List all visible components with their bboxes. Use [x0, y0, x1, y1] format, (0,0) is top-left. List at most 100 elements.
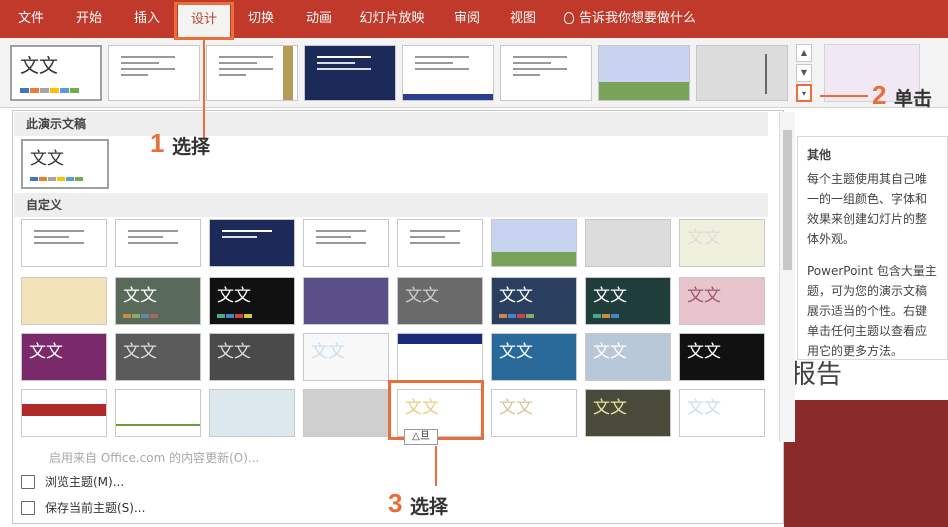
custom-theme-17[interactable]: 文文 [21, 333, 107, 381]
theme-sample-text: 文文 [687, 286, 721, 306]
custom-theme-22[interactable]: 文文 [491, 333, 577, 381]
theme-hover-tip: △旦 [404, 429, 438, 445]
slide-band [784, 400, 948, 527]
custom-theme-19[interactable]: 文文 [209, 333, 295, 381]
callout-line-2 [820, 95, 868, 97]
custom-theme-4[interactable] [303, 219, 389, 267]
ribbon-tab-bar: 文件 开始 插入 设计 切换 动画 幻灯片放映 审阅 视图 告诉我你想要做什么 [0, 0, 948, 38]
theme-sample-text: 文文 [30, 149, 64, 169]
callout-box-design-tab [174, 2, 234, 40]
custom-theme-18[interactable]: 文文 [115, 333, 201, 381]
tell-me-text: 告诉我你想要做什么 [579, 11, 697, 26]
custom-theme-20[interactable]: 文文 [303, 333, 389, 381]
theme-sample-text: 文文 [687, 342, 721, 362]
theme-sample-text: 文文 [123, 286, 157, 306]
theme-sample-text: 文文 [499, 398, 533, 418]
step-2-number: 2 [872, 80, 887, 110]
ribbon-theme-7[interactable] [598, 45, 690, 101]
custom-theme-11[interactable]: 文文 [209, 277, 295, 325]
tab-insert[interactable]: 插入 [120, 0, 174, 38]
ribbon-theme-office[interactable]: 文文 [10, 45, 102, 101]
custom-theme-13[interactable]: 文文 [397, 277, 483, 325]
theme-sample-text: 文文 [405, 286, 439, 306]
custom-theme-1[interactable] [21, 219, 107, 267]
ribbon-theme-5[interactable] [402, 45, 494, 101]
theme-swatches [20, 88, 80, 93]
custom-theme-23[interactable]: 文文 [585, 333, 671, 381]
tab-slideshow[interactable]: 幻灯片放映 [352, 0, 432, 38]
custom-theme-26[interactable] [115, 389, 201, 437]
custom-theme-16[interactable]: 文文 [679, 277, 765, 325]
custom-theme-14[interactable]: 文文 [491, 277, 577, 325]
browse-themes-menu-item[interactable]: 浏览主题(M)... [21, 471, 124, 493]
lightbulb-icon [564, 12, 574, 24]
theme-current[interactable]: 文文 [21, 139, 109, 189]
section-this-presentation: 此演示文稿 [14, 112, 768, 136]
design-ribbon: 文文 ▲ ▼ ▾ [0, 38, 948, 108]
custom-theme-31[interactable]: 文文 [585, 389, 671, 437]
custom-theme-7[interactable] [585, 219, 671, 267]
custom-theme-28[interactable] [303, 389, 389, 437]
save-theme-label: 保存当前主题(S)... [45, 501, 146, 515]
ribbon-theme-6[interactable] [500, 45, 592, 101]
theme-sample-text: 文文 [311, 342, 345, 362]
theme-sample-text: 文文 [29, 342, 63, 362]
tab-transitions[interactable]: 切换 [234, 0, 288, 38]
custom-theme-25[interactable] [21, 389, 107, 437]
ribbon-theme-3[interactable] [206, 45, 298, 101]
theme-swatches [30, 177, 84, 182]
custom-theme-27[interactable] [209, 389, 295, 437]
step-1-text: 选择 [172, 136, 211, 158]
theme-sample-text: 文文 [20, 55, 59, 77]
step-3-text: 选择 [410, 496, 449, 518]
theme-sample-text: 文文 [217, 286, 251, 306]
custom-theme-21[interactable] [397, 333, 483, 381]
tab-file[interactable]: 文件 [4, 0, 58, 38]
tooltip-paragraph-2: PowerPoint 包含大量主题，可为您的演示文稿展示适当的个性。右键单击任何… [807, 264, 937, 358]
theme-sample-text: 文文 [499, 342, 533, 362]
step-1-number: 1 [150, 128, 165, 158]
save-icon [21, 501, 35, 515]
gallery-scroll-up-button[interactable]: ▲ [796, 44, 812, 62]
gallery-more-button[interactable]: ▾ [796, 84, 812, 102]
theme-sample-text: 文文 [687, 228, 721, 248]
custom-theme-10[interactable]: 文文 [115, 277, 201, 325]
save-theme-menu-item[interactable]: 保存当前主题(S)... [21, 497, 145, 519]
theme-gallery-dropdown: 此演示文稿 文文 自定义 文文 文文 文文 文文 文文 文文 文文 文文 文文 … [12, 110, 795, 524]
ribbon-theme-2[interactable] [108, 45, 200, 101]
callout-line-1 [203, 40, 205, 140]
tell-me-box[interactable]: 告诉我你想要做什么 [564, 0, 714, 38]
step-2-text: 单击 [894, 88, 933, 110]
custom-theme-5[interactable] [397, 219, 483, 267]
custom-theme-8[interactable]: 文文 [679, 219, 765, 267]
custom-theme-12[interactable] [303, 277, 389, 325]
tooltip-paragraph-1: 每个主题使用其自己唯一的一组颜色、字体和效果来创建幻灯片的整体外观。 [807, 172, 928, 246]
browse-themes-label: 浏览主题(M)... [45, 475, 125, 489]
ribbon-theme-8[interactable] [696, 45, 788, 101]
theme-sample-text: 文文 [593, 342, 627, 362]
custom-theme-15[interactable]: 文文 [585, 277, 671, 325]
theme-sample-text: 文文 [593, 286, 627, 306]
custom-theme-6[interactable] [491, 219, 577, 267]
more-themes-tooltip: 其他 每个主题使用其自己唯一的一组颜色、字体和效果来创建幻灯片的整体外观。 Po… [797, 136, 948, 360]
section-custom: 自定义 [14, 193, 768, 217]
custom-theme-3[interactable] [209, 219, 295, 267]
tab-home[interactable]: 开始 [62, 0, 116, 38]
ribbon-theme-4[interactable] [304, 45, 396, 101]
tab-view[interactable]: 视图 [496, 0, 550, 38]
enable-updates-menu-item: 启用来自 Office.com 的内容更新(O)... [49, 451, 260, 465]
custom-theme-30[interactable]: 文文 [491, 389, 577, 437]
gallery-scroll-down-button[interactable]: ▼ [796, 64, 812, 82]
theme-sample-text: 文文 [687, 398, 721, 418]
tab-review[interactable]: 审阅 [440, 0, 494, 38]
folder-icon [21, 475, 35, 489]
theme-sample-text: 文文 [123, 342, 157, 362]
custom-theme-24[interactable]: 文文 [679, 333, 765, 381]
custom-theme-32[interactable]: 文文 [679, 389, 765, 437]
custom-theme-9[interactable] [21, 277, 107, 325]
gallery-scrollbar[interactable] [779, 112, 795, 442]
custom-theme-2[interactable] [115, 219, 201, 267]
theme-sample-text: 文文 [217, 342, 251, 362]
tab-animations[interactable]: 动画 [292, 0, 346, 38]
theme-sample-text: 文文 [499, 286, 533, 306]
